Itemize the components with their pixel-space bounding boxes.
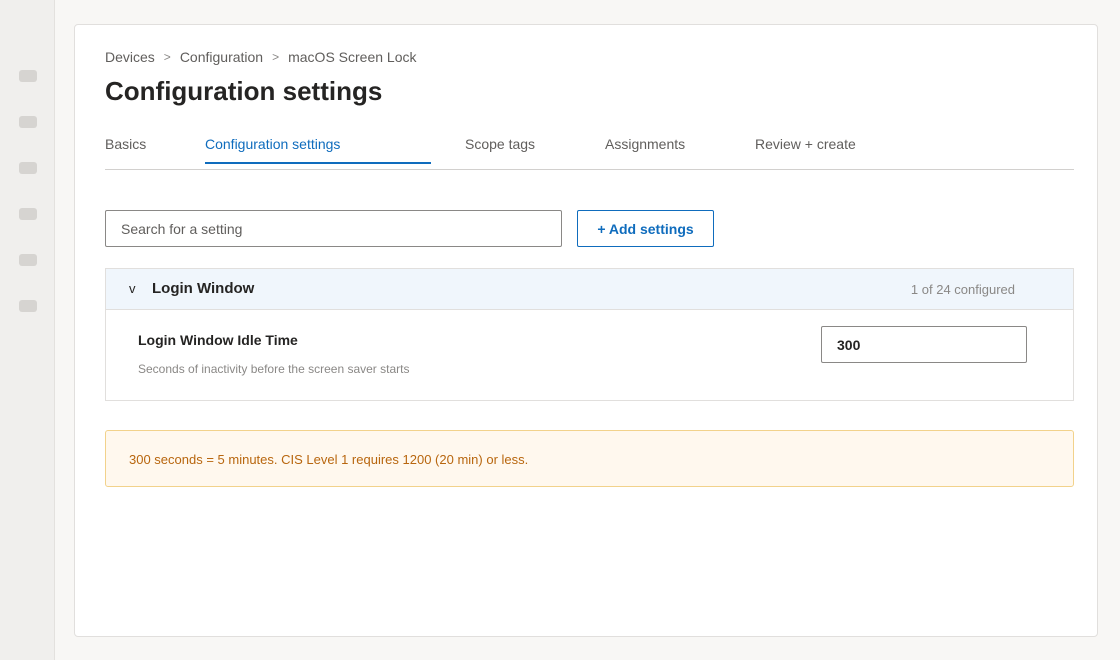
nav-icon[interactable] bbox=[19, 70, 37, 82]
group-header[interactable]: v Login Window 1 of 24 configured bbox=[106, 269, 1073, 310]
idle-time-input[interactable] bbox=[821, 326, 1027, 363]
tab-basics[interactable]: Basics bbox=[105, 136, 146, 165]
left-nav-rail bbox=[0, 0, 55, 660]
nav-icon[interactable] bbox=[19, 254, 37, 266]
tab-review-create[interactable]: Review + create bbox=[755, 136, 856, 165]
nav-icon[interactable] bbox=[19, 162, 37, 174]
wizard-tabs: Basics Configuration settings Scope tags… bbox=[105, 136, 1074, 170]
chevron-down-icon[interactable]: v bbox=[129, 281, 136, 296]
content-panel: Devices > Configuration > macOS Screen L… bbox=[74, 24, 1098, 637]
setting-label: Login Window Idle Time bbox=[138, 332, 298, 348]
warning-notice: 300 seconds = 5 minutes. CIS Level 1 req… bbox=[105, 430, 1074, 487]
tab-assignments[interactable]: Assignments bbox=[605, 136, 685, 165]
active-tab-indicator bbox=[205, 162, 431, 164]
settings-group-login-window: v Login Window 1 of 24 configured Login … bbox=[105, 268, 1074, 401]
breadcrumb-configuration[interactable]: Configuration bbox=[180, 49, 263, 65]
setting-description: Seconds of inactivity before the screen … bbox=[138, 362, 410, 376]
notice-text: 300 seconds = 5 minutes. CIS Level 1 req… bbox=[129, 452, 529, 467]
nav-icon[interactable] bbox=[19, 208, 37, 220]
add-settings-button[interactable]: + Add settings bbox=[577, 210, 714, 247]
group-title: Login Window bbox=[152, 280, 255, 297]
breadcrumb-profile: macOS Screen Lock bbox=[288, 49, 417, 65]
tab-configuration-settings[interactable]: Configuration settings bbox=[205, 136, 340, 165]
configured-count: 1 of 24 configured bbox=[910, 282, 1015, 297]
tab-scope-tags[interactable]: Scope tags bbox=[465, 136, 535, 165]
nav-icon[interactable] bbox=[19, 300, 37, 312]
breadcrumb-separator: > bbox=[272, 50, 280, 64]
breadcrumb-devices[interactable]: Devices bbox=[105, 49, 155, 65]
search-setting-input[interactable] bbox=[105, 210, 562, 247]
breadcrumb: Devices > Configuration > macOS Screen L… bbox=[105, 49, 417, 65]
nav-icon[interactable] bbox=[19, 116, 37, 128]
page-title: Configuration settings bbox=[105, 76, 383, 106]
breadcrumb-separator: > bbox=[163, 50, 171, 64]
